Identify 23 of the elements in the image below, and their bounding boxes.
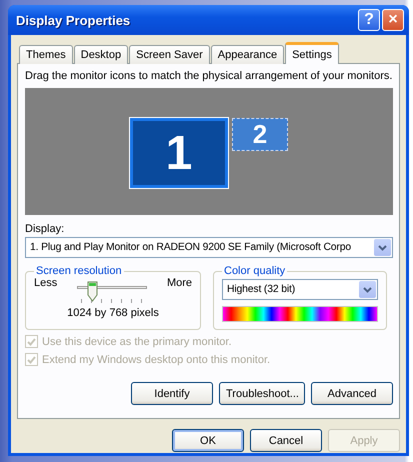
monitor-icon[interactable]: 2 (232, 118, 288, 151)
tab[interactable]: Themes (19, 45, 73, 64)
monitor-icon[interactable]: 1 (130, 118, 228, 188)
group-title: Color quality (223, 265, 286, 277)
display-dropdown[interactable]: 1. Plug and Play Monitor on RADEON 9200 SE Family (Microsoft Corpo (25, 237, 393, 258)
tab[interactable]: Desktop (74, 45, 128, 64)
dialog-button[interactable]: OK (172, 429, 244, 452)
dialog-button[interactable]: Cancel (250, 429, 322, 452)
window-title: Display Properties (16, 12, 132, 28)
tab[interactable]: Screen Saver (129, 45, 210, 64)
resolution-reading: 1024 by 768 pixels (66, 307, 160, 319)
display-label: Display: (25, 223, 66, 235)
group-title: Screen resolution (35, 265, 123, 277)
tab[interactable]: Appearance (210, 45, 284, 64)
panel-button[interactable]: Identify (131, 382, 213, 405)
instruction-text: Drag the monitor icons to match the physical arrangement of your monitors. (25, 70, 393, 82)
panel-button[interactable]: Troubleshoot... (219, 382, 305, 405)
more-label: More (166, 277, 192, 289)
less-label: Less (34, 277, 58, 289)
panel-button[interactable]: Advanced (311, 382, 393, 405)
color-quality-dropdown[interactable]: Highest (32 bit) (222, 279, 378, 300)
slider-thumb[interactable] (87, 281, 98, 302)
tab[interactable]: Settings (285, 42, 339, 64)
